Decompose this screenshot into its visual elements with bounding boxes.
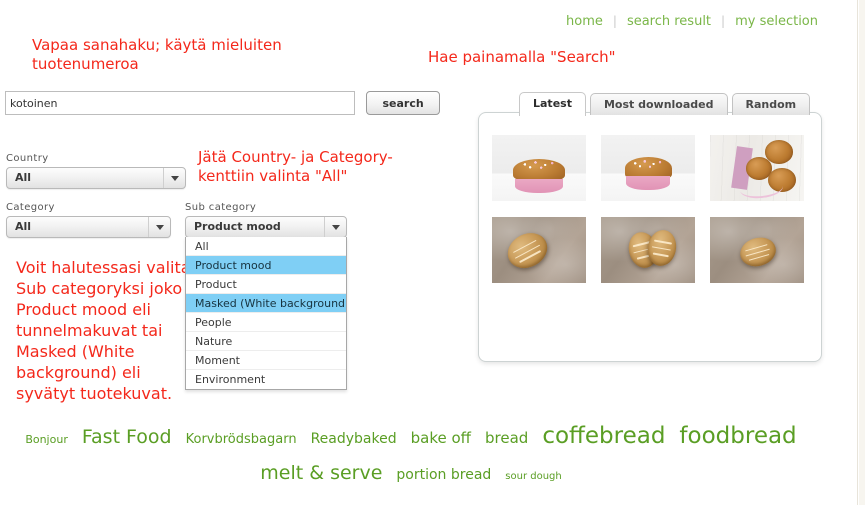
nav-link-my-selection[interactable]: my selection xyxy=(731,14,822,29)
sub-category-label: Sub category xyxy=(185,202,257,213)
annotation-leave-all: Jätä Country- ja Category- kenttiin vali… xyxy=(198,148,393,185)
thumbnail-item[interactable] xyxy=(601,135,695,201)
sub-category-select[interactable]: Product mood xyxy=(185,216,347,238)
thumbnail-item[interactable] xyxy=(492,135,586,201)
sub-category-filter: Sub category Product mood xyxy=(185,202,347,238)
category-filter: Category All xyxy=(6,202,171,238)
tag-link[interactable]: bake off xyxy=(411,430,471,447)
tag-link[interactable]: coffebread xyxy=(542,424,665,448)
sub-category-option[interactable]: Product xyxy=(186,275,346,294)
nav-separator-1: | xyxy=(612,14,617,28)
tag-link[interactable]: sour dough xyxy=(505,472,561,483)
category-arrow-box xyxy=(148,217,170,237)
tab-latest[interactable]: Latest xyxy=(519,92,586,116)
results-tabs: Latest Most downloaded Random xyxy=(519,91,814,116)
annotation-press-search: Hae painamalla "Search" xyxy=(428,48,616,66)
thumbnail-item[interactable] xyxy=(710,135,804,201)
category-selected-value: All xyxy=(15,220,32,233)
tag-link[interactable]: melt & serve xyxy=(260,463,382,484)
country-filter: Country All xyxy=(6,153,186,189)
country-label: Country xyxy=(6,153,49,164)
category-label: Category xyxy=(6,202,55,213)
search-row: search xyxy=(5,91,441,115)
thumbnail-item[interactable] xyxy=(601,217,695,283)
nav-link-home[interactable]: home xyxy=(562,14,607,29)
country-select[interactable]: All xyxy=(6,167,186,189)
annotation-free-text-search: Vapaa sanahaku; käytä mieluiten tuotenum… xyxy=(32,36,282,73)
annotation-sub-category-help: Voit halutessasi valita Sub categoryksi … xyxy=(16,258,191,403)
tag-link[interactable]: Bonjour xyxy=(25,434,68,446)
tag-cloud-row-1: Bonjour Fast Food Korvbrödsbagarn Readybake… xyxy=(0,424,822,448)
search-button[interactable]: search xyxy=(366,91,441,115)
sub-category-arrow-box xyxy=(324,217,346,237)
tag-link[interactable]: Korvbrödsbagarn xyxy=(186,433,297,447)
thumbnail-grid xyxy=(492,135,810,299)
sub-category-option[interactable]: Environment xyxy=(186,370,346,389)
sub-category-dropdown-list[interactable]: All Product mood Product Masked (White back… xyxy=(185,237,347,390)
country-selected-value: All xyxy=(15,171,32,184)
page-root: home | search result | my selection Vapaa sa… xyxy=(0,0,858,505)
nav-link-search-result[interactable]: search result xyxy=(623,14,715,29)
tag-link[interactable]: Fast Food xyxy=(82,427,172,448)
category-select[interactable]: All xyxy=(6,216,171,238)
sub-category-option[interactable]: Product mood xyxy=(186,256,346,275)
nav-separator-2: | xyxy=(721,14,726,28)
tab-random[interactable]: Random xyxy=(731,93,811,115)
tag-cloud: Bonjour Fast Food Korvbrödsbagarn Readybake… xyxy=(0,424,822,484)
sub-category-option[interactable]: All xyxy=(186,237,346,256)
top-navigation: home | search result | my selection xyxy=(0,14,822,29)
tag-link[interactable]: Readybaked xyxy=(311,432,397,447)
sub-category-selected-value: Product mood xyxy=(194,220,281,233)
chevron-down-icon xyxy=(155,225,164,230)
sub-category-option[interactable]: People xyxy=(186,313,346,332)
results-panel xyxy=(478,112,822,362)
chevron-down-icon xyxy=(170,176,179,181)
tag-cloud-row-2: melt & serve portion bread sour dough xyxy=(0,463,822,484)
chevron-down-icon xyxy=(331,225,340,230)
search-input[interactable] xyxy=(5,91,355,115)
tag-link[interactable]: bread xyxy=(485,430,528,447)
thumbnail-item[interactable] xyxy=(492,217,586,283)
tag-link[interactable]: foodbread xyxy=(679,424,796,448)
tag-link[interactable]: portion bread xyxy=(396,468,491,483)
country-arrow-box xyxy=(163,168,185,188)
tab-most-downloaded[interactable]: Most downloaded xyxy=(589,93,728,115)
sub-category-option[interactable]: Nature xyxy=(186,332,346,351)
sub-category-option[interactable]: Moment xyxy=(186,351,346,370)
sub-category-option[interactable]: Masked (White background) xyxy=(186,294,346,313)
thumbnail-item[interactable] xyxy=(710,217,804,283)
page-edge-strip xyxy=(859,0,865,505)
